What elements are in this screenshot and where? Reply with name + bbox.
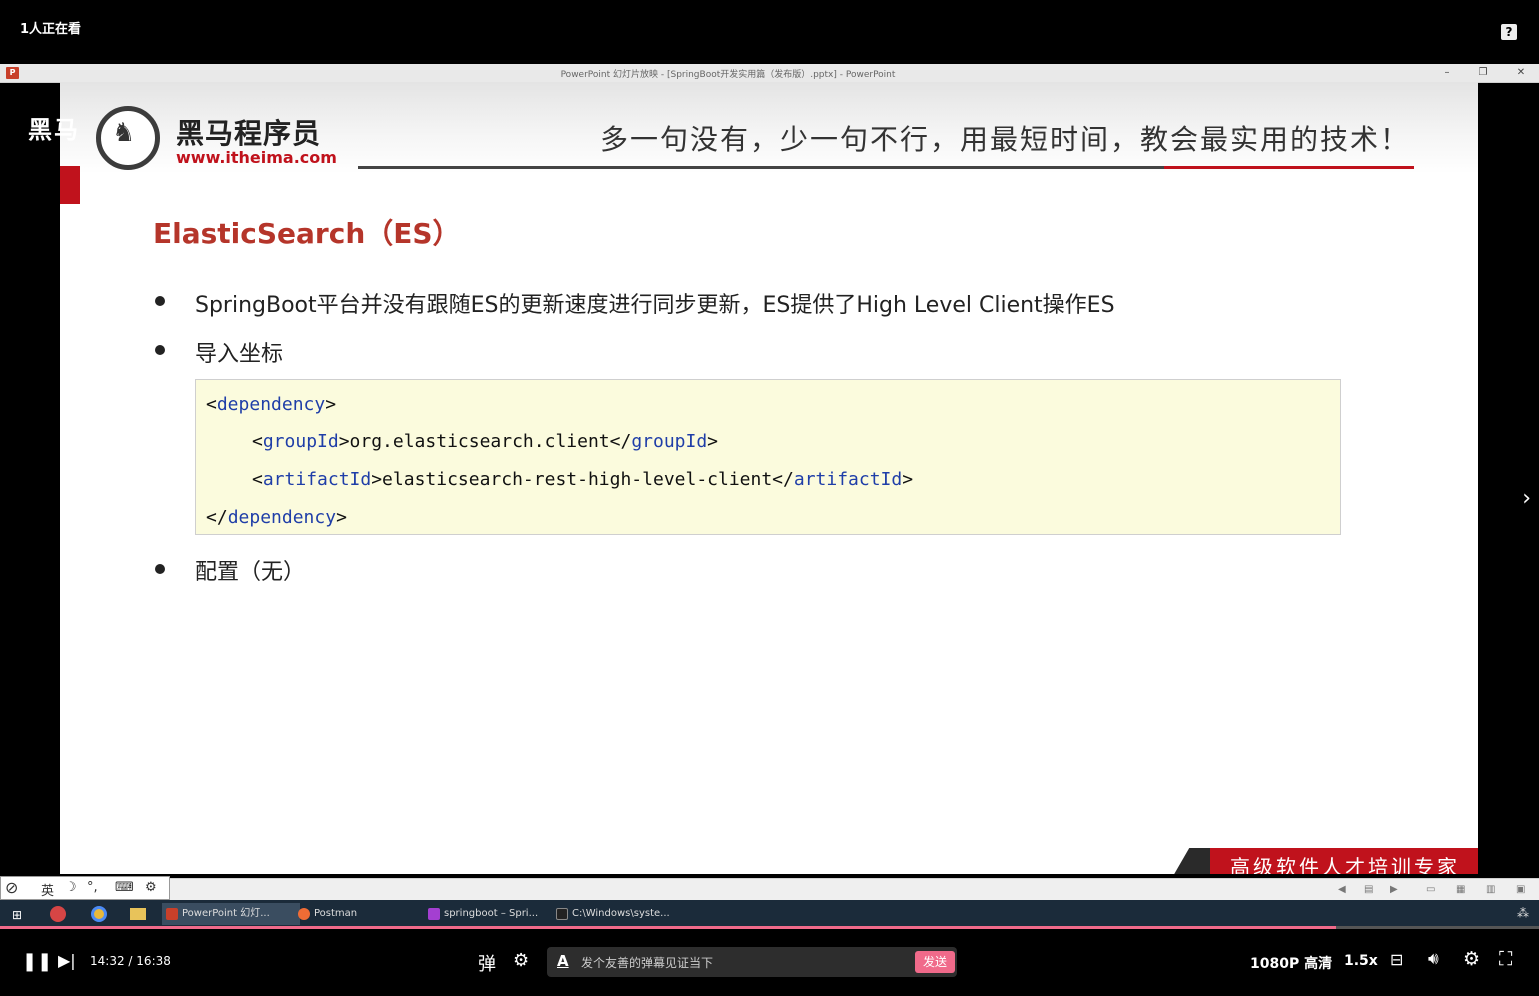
- restore-button[interactable]: ❐: [1472, 66, 1494, 80]
- code-line: <dependency>: [206, 394, 337, 415]
- powerpoint-icon: [166, 908, 178, 920]
- help-icon[interactable]: ?: [1501, 24, 1517, 40]
- fullscreen-icon[interactable]: ⛶: [1499, 948, 1512, 970]
- slideshow-view-icon[interactable]: ▣: [1516, 884, 1525, 895]
- danmaku-toggle-icon[interactable]: 弹: [478, 950, 496, 976]
- header-divider-accent: [1164, 166, 1414, 169]
- chevron-right-icon[interactable]: ›: [1522, 486, 1531, 511]
- cmd-icon: [556, 908, 568, 920]
- speed-selector[interactable]: 1.5x: [1344, 953, 1378, 969]
- code-line: <groupId>org.elasticsearch.client</group…: [252, 431, 719, 452]
- reading-view-icon[interactable]: ▥: [1486, 884, 1495, 895]
- bullet-icon: [155, 296, 165, 306]
- windows-taskbar: ⊞ PowerPoint 幻灯... Postman springboot – …: [0, 900, 1539, 928]
- taskbar-label: PowerPoint 幻灯...: [182, 908, 270, 919]
- ime-toolbar: ⊘ 英 ☽ °, ⌨ ⚙: [0, 876, 170, 900]
- intellij-icon: [428, 908, 440, 920]
- bullet-item: 导入坐标: [195, 342, 284, 367]
- ime-mode[interactable]: 英: [41, 880, 54, 899]
- ppt-titlebar: P PowerPoint 幻灯片放映 - [SpringBoot开发实用篇（发布…: [0, 64, 1539, 83]
- next-icon[interactable]: ▶: [1390, 884, 1398, 895]
- sorter-view-icon[interactable]: ▦: [1456, 884, 1465, 895]
- header-divider: [358, 166, 1164, 169]
- minimize-button[interactable]: –: [1436, 66, 1458, 80]
- slide: ♞ 黑马程序员 www.itheima.com 多一句没有，少一句不行，用最短时…: [60, 82, 1478, 874]
- close-button[interactable]: ✕: [1510, 66, 1532, 80]
- brand-name: 黑马程序员: [176, 117, 322, 150]
- danmaku-style-icon[interactable]: A: [557, 952, 569, 970]
- app-icon[interactable]: [50, 906, 66, 922]
- time-display: 14:32 / 16:38: [90, 954, 171, 968]
- quality-selector[interactable]: 1080P 高清: [1250, 953, 1332, 973]
- settings-icon[interactable]: ⚙: [1463, 948, 1480, 970]
- slideshow-statusbar: ◀ ▤ ▶ ▭ ▦ ▥ ▣: [0, 878, 1539, 901]
- keyboard-icon[interactable]: ⌨: [115, 880, 134, 895]
- settings-icon[interactable]: ⚙: [145, 880, 157, 895]
- moon-icon[interactable]: ☽: [65, 880, 77, 895]
- danmaku-placeholder: 发个友善的弹幕见证当下: [581, 956, 714, 970]
- bullet-item: 配置（无）: [195, 560, 306, 585]
- taskbar-label: C:\Windows\syste...: [572, 908, 670, 919]
- code-line: <artifactId>elasticsearch-rest-high-leve…: [252, 469, 914, 490]
- red-accent-block: [60, 166, 80, 204]
- slogan: 多一句没有，少一句不行，用最短时间，教会最实用的技术！: [600, 123, 1411, 156]
- total-time: 16:38: [136, 954, 171, 968]
- code-line: </dependency>: [206, 507, 347, 528]
- danmaku-settings-icon[interactable]: ⚙: [513, 950, 529, 971]
- taskbar-label: springboot – Spri...: [444, 908, 539, 919]
- code-block: <dependency> <groupId>org.elasticsearch.…: [195, 379, 1341, 535]
- notification-icon[interactable]: ⁂: [1517, 906, 1529, 920]
- bullet-item: SpringBoot平台并没有跟随ES的更新速度进行同步更新，ES提供了High…: [195, 293, 1115, 318]
- previous-icon[interactable]: ◀: [1338, 884, 1346, 895]
- taskbar-item-postman[interactable]: Postman: [294, 903, 432, 925]
- send-button[interactable]: 发送: [915, 951, 955, 973]
- folder-icon[interactable]: [130, 908, 146, 920]
- taskbar-label: Postman: [314, 908, 358, 919]
- footer-slogan: 高级软件人才培训专家: [1230, 855, 1460, 874]
- current-time: 14:32: [90, 954, 125, 968]
- ime-logo-icon[interactable]: ⊘: [5, 878, 18, 897]
- punctuation-icon[interactable]: °,: [87, 880, 98, 895]
- window-title: PowerPoint 幻灯片放映 - [SpringBoot开发实用篇（发布版）…: [560, 70, 896, 80]
- chrome-icon[interactable]: [91, 906, 107, 922]
- taskbar-item-powerpoint[interactable]: PowerPoint 幻灯...: [162, 903, 300, 925]
- postman-icon: [298, 908, 310, 920]
- windows-start-icon[interactable]: ⊞: [12, 908, 22, 922]
- pause-icon[interactable]: ❚❚: [22, 951, 52, 972]
- horse-icon: ♞: [112, 118, 136, 148]
- taskbar-item-cmd[interactable]: C:\Windows\syste...: [552, 903, 696, 925]
- next-icon[interactable]: ▶|: [58, 951, 76, 970]
- bullet-icon: [155, 564, 165, 574]
- slide-title: ElasticSearch（ES）: [153, 217, 461, 250]
- taskbar-item-intellij[interactable]: springboot – Spri...: [424, 903, 562, 925]
- normal-view-icon[interactable]: ▭: [1426, 884, 1435, 895]
- bullet-icon: [155, 345, 165, 355]
- watermark: 黑马: [28, 116, 80, 144]
- subtitle-off-icon[interactable]: ⊟: [1390, 950, 1403, 969]
- time-separator: /: [128, 954, 133, 968]
- brand-url: www.itheima.com: [176, 148, 337, 167]
- viewer-count: 1人正在看: [20, 22, 82, 37]
- menu-icon[interactable]: ▤: [1364, 884, 1373, 895]
- volume-icon[interactable]: 🔊︎: [1428, 949, 1439, 969]
